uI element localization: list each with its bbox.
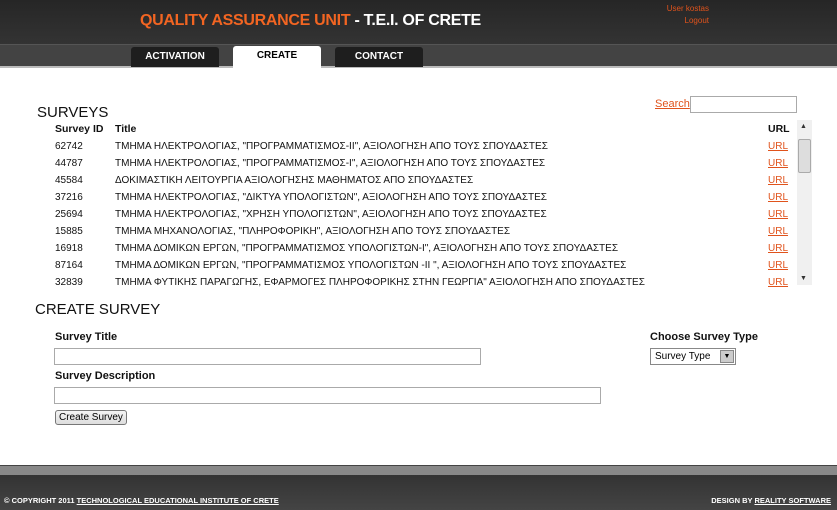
design-credit: DESIGN BY REALITY SOFTWARE bbox=[711, 496, 831, 505]
copyright: © COPYRIGHT 2011 TECHNOLOGICAL EDUCATION… bbox=[4, 496, 279, 505]
surveys-table: Survey ID Title URL 62742 ΤΜΗΜΑ ΗΛΕΚΤΡΟΛΟ… bbox=[35, 120, 790, 287]
design-by-text: DESIGN BY bbox=[711, 496, 755, 505]
scrollbar[interactable]: ▲ ▼ bbox=[797, 120, 812, 285]
survey-title: ΤΜΗΜΑ ΔΟΜΙΚΩΝ ΕΡΓΩΝ, "ΠΡΟΓΡΑΜΜΑΤΙΣΜΟΣ ΥΠ… bbox=[115, 243, 619, 254]
survey-title-input[interactable] bbox=[54, 348, 481, 365]
survey-id: 87164 bbox=[55, 260, 83, 271]
tab-activation[interactable]: ACTIVATION bbox=[131, 47, 219, 67]
create-survey-heading: CREATE SURVEY bbox=[35, 301, 161, 318]
survey-id: 37216 bbox=[55, 192, 83, 203]
search-link[interactable]: Search bbox=[655, 98, 690, 110]
footer-band bbox=[0, 465, 837, 475]
footer: © COPYRIGHT 2011 TECHNOLOGICAL EDUCATION… bbox=[0, 475, 837, 510]
create-survey-button[interactable]: Create Survey bbox=[55, 410, 127, 425]
table-row: 25694 ΤΜΗΜΑ ΗΛΕΚΤΡΟΛΟΓΙΑΣ, "ΧΡΗΣΗ ΥΠΟΛΟΓΙ… bbox=[35, 206, 790, 223]
survey-title: ΔΟΚΙΜΑΣΤΙΚΗ ΛΕΙΤΟΥΡΓΙΑ ΑΞΙΟΛΟΓΗΣΗΣ ΜΑΘΗΜ… bbox=[115, 175, 474, 186]
survey-id: 45584 bbox=[55, 175, 83, 186]
survey-id: 32839 bbox=[55, 277, 83, 287]
survey-id: 25694 bbox=[55, 209, 83, 220]
tab-create[interactable]: CREATE bbox=[233, 46, 321, 68]
survey-description-input[interactable] bbox=[54, 387, 601, 404]
survey-url-link[interactable]: URL bbox=[768, 243, 788, 254]
survey-title: ΤΜΗΜΑ ΗΛΕΚΤΡΟΛΟΓΙΑΣ, "ΠΡΟΓΡΑΜΜΑΤΙΣΜΟΣ-Ι"… bbox=[115, 158, 546, 169]
table-header: Survey ID Title URL bbox=[35, 120, 790, 138]
chevron-down-icon[interactable]: ▼ bbox=[720, 350, 734, 363]
survey-url-link[interactable]: URL bbox=[768, 209, 788, 220]
survey-description-label: Survey Description bbox=[55, 370, 156, 382]
user-box: User kostas Logout bbox=[667, 3, 709, 27]
survey-url-link[interactable]: URL bbox=[768, 226, 788, 237]
survey-type-label: Choose Survey Type bbox=[650, 331, 758, 343]
surveys-heading: SURVEYS bbox=[37, 104, 109, 121]
survey-id: 16918 bbox=[55, 243, 83, 254]
survey-type-value: Survey Type bbox=[655, 351, 711, 362]
institute-link[interactable]: TECHNOLOGICAL EDUCATIONAL INSTITUTE OF C… bbox=[77, 496, 279, 505]
column-url: URL bbox=[768, 123, 790, 135]
survey-title: ΤΜΗΜΑ ΗΛΕΚΤΡΟΛΟΓΙΑΣ, "ΧΡΗΣΗ ΥΠΟΛΟΓΙΣΤΩΝ"… bbox=[115, 209, 547, 220]
survey-url-link[interactable]: URL bbox=[768, 260, 788, 271]
table-row: 87164 ΤΜΗΜΑ ΔΟΜΙΚΩΝ ΕΡΓΩΝ, "ΠΡΟΓΡΑΜΜΑΤΙΣΜ… bbox=[35, 257, 790, 274]
table-row: 37216 ΤΜΗΜΑ ΗΛΕΚΤΡΟΛΟΓΙΑΣ, "ΔΙΚΤΥΑ ΥΠΟΛΟΓ… bbox=[35, 189, 790, 206]
header: QUALITY ASSURANCE UNIT - T.E.I. OF CRETE… bbox=[0, 0, 837, 45]
table-row: 15885 ΤΜΗΜΑ ΜΗΧΑΝΟΛΟΓΙΑΣ, "ΠΛΗΡΟΦΟΡΙΚΗ", … bbox=[35, 223, 790, 240]
survey-title: ΤΜΗΜΑ ΦΥΤΙΚΗΣ ΠΑΡΑΓΩΓΗΣ, ΕΦΑΡΜΟΓΕΣ ΠΛΗΡΟ… bbox=[115, 277, 645, 287]
survey-id: 44787 bbox=[55, 158, 83, 169]
table-row: 16918 ΤΜΗΜΑ ΔΟΜΙΚΩΝ ΕΡΓΩΝ, "ΠΡΟΓΡΑΜΜΑΤΙΣΜ… bbox=[35, 240, 790, 257]
survey-id: 62742 bbox=[55, 141, 83, 152]
user-link[interactable]: User kostas bbox=[667, 3, 709, 15]
survey-title: ΤΜΗΜΑ ΜΗΧΑΝΟΛΟΓΙΑΣ, "ΠΛΗΡΟΦΟΡΙΚΗ", ΑΞΙΟΛ… bbox=[115, 226, 511, 237]
survey-type-select[interactable]: Survey Type ▼ bbox=[650, 348, 736, 365]
scroll-up-icon[interactable]: ▲ bbox=[800, 123, 807, 130]
table-row: 44787 ΤΜΗΜΑ ΗΛΕΚΤΡΟΛΟΓΙΑΣ, "ΠΡΟΓΡΑΜΜΑΤΙΣΜ… bbox=[35, 155, 790, 172]
search-input[interactable] bbox=[690, 96, 797, 113]
survey-title: ΤΜΗΜΑ ΔΟΜΙΚΩΝ ΕΡΓΩΝ, "ΠΡΟΓΡΑΜΜΑΤΙΣΜΟΣ ΥΠ… bbox=[115, 260, 627, 271]
logout-link[interactable]: Logout bbox=[667, 15, 709, 27]
scroll-thumb[interactable] bbox=[798, 139, 811, 173]
survey-title-label: Survey Title bbox=[55, 331, 118, 343]
survey-title: ΤΜΗΜΑ ΗΛΕΚΤΡΟΛΟΓΙΑΣ, "ΠΡΟΓΡΑΜΜΑΤΙΣΜΟΣ-ΙΙ… bbox=[115, 141, 548, 152]
site-title: QUALITY ASSURANCE UNIT - T.E.I. OF CRETE bbox=[140, 12, 481, 30]
column-title: Title bbox=[115, 123, 137, 135]
survey-url-link[interactable]: URL bbox=[768, 158, 788, 169]
table-row: 32839 ΤΜΗΜΑ ΦΥΤΙΚΗΣ ΠΑΡΑΓΩΓΗΣ, ΕΦΑΡΜΟΓΕΣ … bbox=[35, 274, 790, 287]
survey-url-link[interactable]: URL bbox=[768, 175, 788, 186]
table-row: 62742 ΤΜΗΜΑ ΗΛΕΚΤΡΟΛΟΓΙΑΣ, "ΠΡΟΓΡΑΜΜΑΤΙΣΜ… bbox=[35, 138, 790, 155]
survey-url-link[interactable]: URL bbox=[768, 192, 788, 203]
copyright-text: © COPYRIGHT 2011 bbox=[4, 496, 77, 505]
column-survey-id: Survey ID bbox=[55, 123, 104, 135]
tab-contact[interactable]: CONTACT bbox=[335, 47, 423, 67]
site-title-accent: QUALITY ASSURANCE UNIT bbox=[140, 12, 351, 29]
survey-id: 15885 bbox=[55, 226, 83, 237]
site-title-rest: - T.E.I. OF CRETE bbox=[350, 12, 481, 29]
survey-url-link[interactable]: URL bbox=[768, 277, 788, 287]
survey-url-link[interactable]: URL bbox=[768, 141, 788, 152]
table-row: 45584 ΔΟΚΙΜΑΣΤΙΚΗ ΛΕΙΤΟΥΡΓΙΑ ΑΞΙΟΛΟΓΗΣΗΣ … bbox=[35, 172, 790, 189]
nav-bar: ACTIVATION CREATE CONTACT bbox=[0, 45, 837, 68]
designer-link[interactable]: REALITY SOFTWARE bbox=[754, 496, 831, 505]
surveys-list[interactable]: Survey ID Title URL 62742 ΤΜΗΜΑ ΗΛΕΚΤΡΟΛΟ… bbox=[35, 120, 812, 287]
scroll-down-icon[interactable]: ▼ bbox=[800, 275, 807, 282]
survey-title: ΤΜΗΜΑ ΗΛΕΚΤΡΟΛΟΓΙΑΣ, "ΔΙΚΤΥΑ ΥΠΟΛΟΓΙΣΤΩΝ… bbox=[115, 192, 547, 203]
